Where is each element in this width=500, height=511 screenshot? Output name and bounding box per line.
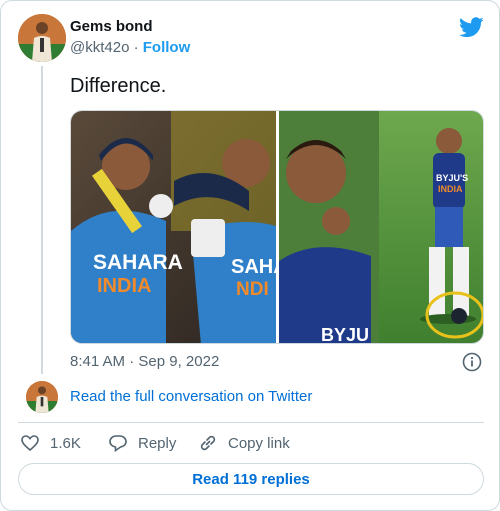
author-avatar[interactable] bbox=[18, 14, 66, 62]
right-jersey-sub: INDIA bbox=[438, 184, 463, 194]
author-name[interactable]: Gems bond bbox=[70, 18, 153, 35]
tweet-time: 8:41 AM bbox=[70, 353, 126, 370]
like-button[interactable]: 1.6K bbox=[20, 432, 81, 454]
tweet-media[interactable]: SAHARA INDIA SAHAF NDI BYJU BYJU'S INDIA bbox=[70, 110, 484, 344]
read-replies-button[interactable]: Read 119 replies bbox=[18, 463, 484, 495]
copy-link-label: Copy link bbox=[228, 434, 290, 452]
left-jersey-text: SAHARA bbox=[93, 251, 183, 274]
copy-link-button[interactable]: Copy link bbox=[198, 432, 290, 454]
media-collage: SAHARA INDIA SAHAF NDI BYJU BYJU'S INDIA bbox=[71, 111, 483, 344]
tweet-date: Sep 9, 2022 bbox=[138, 353, 220, 370]
like-count: 1.6K bbox=[50, 434, 81, 452]
author-handle-row: @kkt42o · Follow bbox=[70, 39, 190, 56]
follow-button[interactable]: Follow bbox=[143, 39, 191, 56]
tweet-text: Difference. bbox=[70, 75, 167, 97]
tweet-card: Gems bond @kkt42o · Follow Difference. S… bbox=[0, 0, 500, 511]
meta-dot: · bbox=[129, 353, 139, 370]
svg-text:BYJU: BYJU bbox=[321, 325, 369, 344]
heart-icon bbox=[21, 435, 39, 452]
info-icon[interactable] bbox=[462, 352, 482, 372]
link-icon bbox=[200, 435, 216, 451]
divider bbox=[18, 422, 484, 423]
tweet-timestamp[interactable]: 8:41 AM · Sep 9, 2022 bbox=[70, 353, 219, 370]
svg-text:NDI: NDI bbox=[236, 279, 269, 300]
thread-line bbox=[41, 66, 43, 374]
reply-button[interactable]: Reply bbox=[108, 432, 176, 454]
reply-icon bbox=[109, 435, 127, 453]
read-replies-label: Read 119 replies bbox=[192, 470, 310, 488]
right-jersey-text: BYJU'S bbox=[436, 173, 468, 183]
read-conversation-link[interactable]: Read the full conversation on Twitter bbox=[70, 388, 312, 405]
reply-label: Reply bbox=[138, 434, 177, 452]
left-jersey-sub: INDIA bbox=[97, 275, 151, 297]
separator-dot: · bbox=[133, 39, 143, 56]
twitter-bird-icon[interactable] bbox=[459, 17, 484, 38]
author-handle[interactable]: @kkt42o bbox=[70, 39, 129, 56]
author-avatar-small[interactable] bbox=[26, 381, 58, 413]
